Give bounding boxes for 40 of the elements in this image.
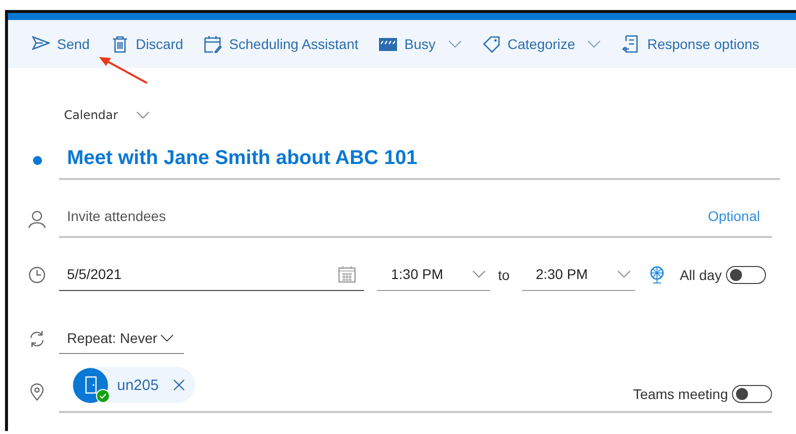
- categorize-button[interactable]: Categorize: [482, 35, 602, 53]
- chevron-down-icon: [160, 334, 174, 342]
- toggle-switch[interactable]: [732, 385, 772, 403]
- calendar-icon: [338, 264, 356, 282]
- room-chip[interactable]: un205: [73, 367, 195, 403]
- trash-icon: [110, 35, 129, 53]
- title-field[interactable]: Meet with Jane Smith about ABC 101: [59, 140, 780, 180]
- tag-icon: [482, 35, 500, 53]
- chevron-down-icon: [616, 270, 631, 278]
- calendar-pen-icon: [204, 35, 222, 53]
- discard-button[interactable]: Discard: [110, 35, 184, 53]
- to-label: to: [498, 266, 510, 282]
- busy-button[interactable]: Busy: [379, 35, 462, 53]
- repeat-dropdown[interactable]: Repeat: Never: [59, 324, 184, 354]
- send-button[interactable]: Send: [32, 35, 90, 53]
- annotation-arrow: [97, 55, 149, 85]
- calendar-dropdown[interactable]: Calendar: [64, 108, 150, 122]
- time-dropdown[interactable]: 1:30 PM: [377, 258, 490, 291]
- repeat-icon: [28, 330, 46, 348]
- door-icon: [84, 376, 96, 394]
- chevron-down-icon: [472, 270, 486, 278]
- person-icon: [28, 210, 46, 228]
- attendees-field[interactable]: Invite attendees: [67, 208, 708, 224]
- busy-icon: [379, 35, 398, 53]
- time-dropdown[interactable]: 2:30 PM: [522, 258, 635, 291]
- close-icon: [172, 379, 185, 391]
- status-dot: [32, 156, 42, 164]
- date-field[interactable]: 5/5/2021: [59, 258, 364, 290]
- scheduling-button[interactable]: Scheduling Assistant: [204, 35, 358, 53]
- location-pin-icon: [28, 383, 46, 401]
- send-icon: [32, 35, 50, 53]
- response-button[interactable]: Response options: [622, 35, 760, 53]
- toggle-switch[interactable]: [726, 266, 766, 284]
- optional-link[interactable]: Optional: [708, 208, 760, 224]
- all-day-label: All day: [680, 266, 722, 282]
- document-list-icon: [622, 35, 640, 53]
- chevron-down-icon: [136, 111, 150, 119]
- globe-icon: [648, 266, 665, 284]
- teams-meeting-label: Teams meeting: [633, 386, 728, 402]
- clock-icon: [28, 266, 46, 284]
